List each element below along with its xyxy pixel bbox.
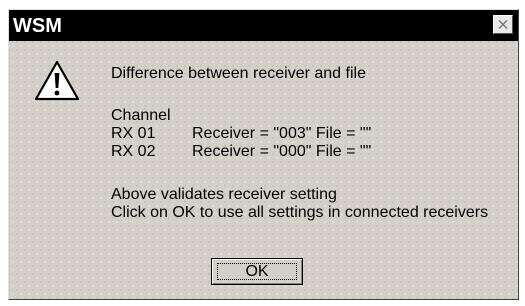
channel-rx: RX 01 <box>111 125 156 142</box>
message-text: Difference between receiver and file <box>111 65 366 82</box>
note-line-2: Click on OK to use all settings in conne… <box>111 204 489 221</box>
close-icon <box>498 20 508 29</box>
channel-header: Channel <box>111 107 171 124</box>
channel-detail: Receiver = "003" File = "" <box>192 125 372 142</box>
dialog-window: WSM Difference between receiver and file… <box>8 9 519 300</box>
window-title: WSM <box>13 15 62 37</box>
warning-icon <box>34 60 80 101</box>
ok-button-label: OK <box>217 263 297 280</box>
title-bar[interactable]: WSM <box>9 10 518 41</box>
ok-button[interactable]: OK <box>211 258 303 285</box>
note-line-1: Above validates receiver setting <box>111 186 337 203</box>
close-button[interactable] <box>493 15 513 34</box>
channel-rx: RX 02 <box>111 143 156 160</box>
channel-detail: Receiver = "000" File = "" <box>192 143 372 160</box>
